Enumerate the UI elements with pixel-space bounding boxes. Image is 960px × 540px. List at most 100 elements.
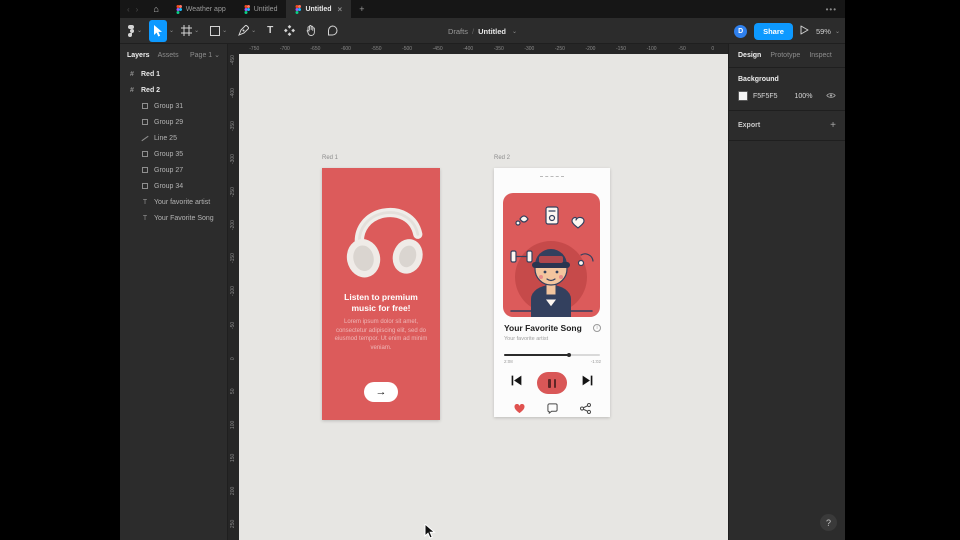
- ruler-label: -550: [361, 44, 392, 54]
- ruler-label: 100: [228, 408, 239, 441]
- chevron-down-icon[interactable]: ⌄: [169, 27, 174, 34]
- layer-item-group-31[interactable]: Group 31: [120, 98, 227, 114]
- background-hex-value[interactable]: F5F5F5: [753, 93, 778, 100]
- background-opacity-value[interactable]: 100%: [795, 93, 813, 100]
- hand-icon: [306, 25, 316, 36]
- player-controls: [494, 371, 610, 395]
- progress-handle[interactable]: [567, 353, 571, 357]
- layer-item-your-favorite-song[interactable]: T Your Favorite Song: [120, 210, 227, 226]
- chevron-down-icon: ⌄: [194, 27, 199, 34]
- tab-design[interactable]: Design: [738, 52, 761, 59]
- layer-item-group-35[interactable]: Group 35: [120, 146, 227, 162]
- breadcrumb-separator: /: [472, 27, 474, 36]
- canvas[interactable]: -750-700-650-600-550-500-450-400-350-300…: [228, 44, 728, 540]
- ruler-label: -200: [575, 44, 606, 54]
- present-icon[interactable]: [800, 22, 809, 40]
- ruler-label: -450: [228, 44, 239, 77]
- layer-name: Group 27: [154, 167, 183, 174]
- comment-bubble-icon[interactable]: [547, 401, 558, 419]
- ruler-label: -150: [228, 242, 239, 275]
- notch-dashes: [540, 176, 564, 177]
- component-icon: [284, 25, 295, 36]
- file-tab-weather-app[interactable]: Weather app: [167, 0, 235, 18]
- close-tab-icon[interactable]: ×: [338, 5, 343, 14]
- previous-track-button[interactable]: [510, 374, 523, 392]
- hand-tool-button[interactable]: [302, 20, 320, 42]
- pause-button[interactable]: [537, 372, 567, 394]
- main-menu-button[interactable]: ⌄: [123, 20, 146, 42]
- group-icon: [141, 183, 149, 189]
- ruler-label: -350: [228, 110, 239, 143]
- zoom-menu[interactable]: 59% ⌄: [816, 27, 840, 36]
- tab-layers[interactable]: Layers: [127, 52, 150, 59]
- user-avatar[interactable]: D: [734, 25, 747, 38]
- export-section-title: Export: [738, 122, 760, 129]
- nav-forward-icon[interactable]: ›: [136, 5, 139, 14]
- visibility-eye-icon[interactable]: [826, 92, 836, 101]
- ruler-label: -50: [228, 309, 239, 342]
- frame-red-2[interactable]: Your Favorite Song i Your favorite artis…: [494, 168, 610, 417]
- home-icon[interactable]: ⌂: [145, 0, 166, 18]
- new-tab-button[interactable]: +: [351, 0, 372, 18]
- file-tab-untitled-1[interactable]: Untitled: [235, 0, 287, 18]
- ruler-label: -250: [545, 44, 576, 54]
- chevron-down-icon[interactable]: ⌄: [512, 28, 517, 35]
- tab-inspect[interactable]: Inspect: [809, 52, 832, 59]
- shape-tool-button[interactable]: ⌄: [206, 20, 231, 42]
- comment-tool-button[interactable]: [323, 20, 342, 42]
- file-tab-untitled-active[interactable]: Untitled ×: [286, 0, 351, 18]
- ruler-label: -300: [514, 44, 545, 54]
- layer-item-red-2[interactable]: # Red 2: [120, 82, 227, 98]
- layer-item-group-27[interactable]: Group 27: [120, 162, 227, 178]
- breadcrumb-project[interactable]: Drafts: [448, 27, 468, 36]
- layer-item-group-29[interactable]: Group 29: [120, 114, 227, 130]
- text-tool-button[interactable]: T: [263, 20, 277, 42]
- figma-window: ‹ › ⌂ Weather app Untitled: [120, 0, 845, 540]
- layer-item-line-25[interactable]: Line 25: [120, 130, 227, 146]
- text-layer-icon: T: [141, 199, 149, 206]
- frame-title-red-2[interactable]: Red 2: [494, 155, 510, 161]
- layer-name: Your Favorite Song: [154, 215, 214, 222]
- frame-tool-button[interactable]: ⌄: [177, 20, 203, 42]
- share-button[interactable]: Share: [754, 23, 793, 40]
- color-swatch[interactable]: [738, 91, 748, 101]
- layer-item-your-favorite-artist[interactable]: T Your favorite artist: [120, 194, 227, 210]
- breadcrumb-file-name[interactable]: Untitled: [478, 27, 506, 36]
- page-selector[interactable]: Page 1 ⌄: [190, 51, 220, 59]
- ruler-label: -500: [392, 44, 423, 54]
- window-menu-icon[interactable]: •••: [818, 0, 845, 18]
- frame-title-red-1[interactable]: Red 1: [322, 155, 338, 161]
- nav-back-icon[interactable]: ‹: [127, 5, 130, 14]
- mouse-cursor: [424, 524, 436, 540]
- group-icon: [141, 151, 149, 157]
- frame-red-1[interactable]: Listen to premium music for free! Lorem …: [322, 168, 440, 420]
- chevron-down-icon: ⌄: [222, 27, 227, 34]
- layer-item-group-34[interactable]: Group 34: [120, 178, 227, 194]
- rectangle-icon: [210, 26, 220, 36]
- tab-prototype[interactable]: Prototype: [770, 52, 800, 59]
- help-button[interactable]: ?: [820, 514, 837, 531]
- frame-icon: #: [128, 71, 136, 78]
- pen-tool-button[interactable]: ⌄: [234, 20, 260, 42]
- ruler-label: -400: [228, 77, 239, 110]
- resources-tool-button[interactable]: [280, 20, 299, 42]
- group-icon: [141, 167, 149, 173]
- ruler-label: -300: [228, 143, 239, 176]
- like-heart-icon[interactable]: [514, 401, 525, 419]
- share-icon[interactable]: [580, 401, 591, 419]
- ruler-left: -450-400-350-300-250-200-150-100-5005010…: [228, 44, 239, 540]
- ruler-label: 150: [228, 441, 239, 474]
- add-export-icon[interactable]: +: [830, 120, 836, 131]
- next-track-button[interactable]: [581, 374, 594, 392]
- figma-file-icon: [176, 5, 182, 14]
- time-elapsed: 2:08: [504, 359, 513, 364]
- text-layer-icon: T: [141, 215, 149, 222]
- move-tool-button[interactable]: [149, 20, 167, 42]
- next-arrow-button[interactable]: →: [364, 382, 398, 402]
- info-icon[interactable]: i: [593, 324, 601, 332]
- export-section[interactable]: Export +: [729, 111, 845, 141]
- progress-bar[interactable]: [504, 354, 600, 356]
- background-section-title: Background: [738, 76, 836, 83]
- tab-assets[interactable]: Assets: [158, 52, 179, 59]
- layer-item-red-1[interactable]: # Red 1: [120, 66, 227, 82]
